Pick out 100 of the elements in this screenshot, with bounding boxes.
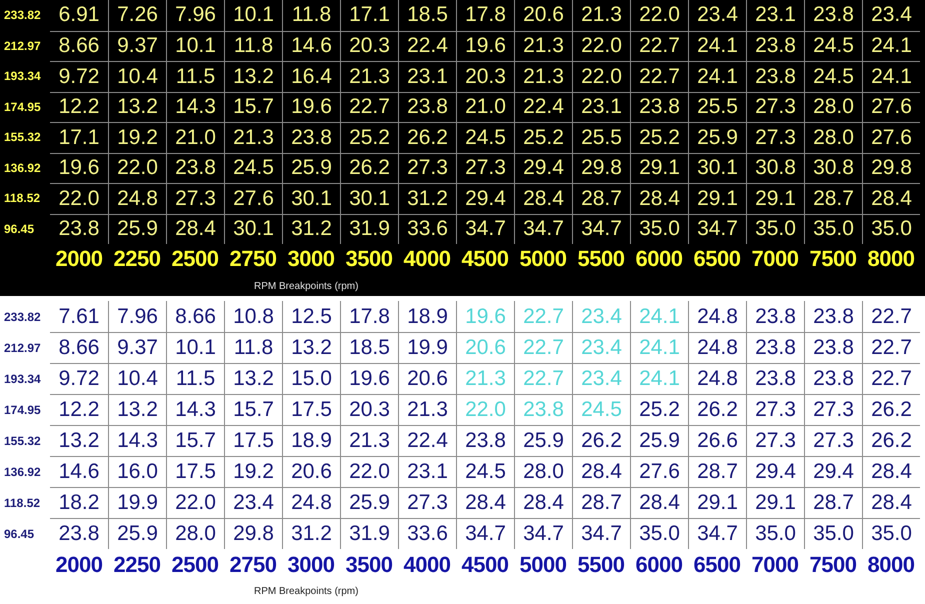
table-cell: 28.7: [688, 456, 746, 487]
table-cell: 19.6: [456, 30, 514, 61]
table-cell: 20.6: [514, 0, 572, 30]
table-cell: 24.1: [630, 363, 688, 394]
table-cell: 10.1: [166, 332, 224, 363]
row-label: 136.92: [3, 464, 42, 480]
table-cell: 22.0: [50, 183, 108, 214]
column-label: 6500: [692, 245, 742, 274]
table-cell: 22.7: [514, 363, 572, 394]
row-label: 118.52: [3, 190, 42, 208]
table-cell: 10.1: [166, 30, 224, 61]
table-cell: 23.8: [746, 332, 804, 363]
table-cell: 19.6: [456, 301, 514, 332]
table-cell: 20.3: [340, 30, 398, 61]
column-label: 5000: [518, 550, 568, 578]
table-cell: 16.0: [108, 456, 166, 487]
table-cell: 29.1: [746, 487, 804, 518]
table-cell: 16.4: [282, 61, 340, 92]
column-label: 4500: [460, 245, 510, 274]
table-cell: 23.4: [572, 363, 630, 394]
table-cell: 27.3: [166, 183, 224, 214]
table-cell: 34.7: [572, 214, 630, 244]
table-cell: 27.6: [862, 122, 920, 152]
table-cell: 28.4: [514, 183, 572, 214]
table-cell: 28.4: [630, 487, 688, 518]
table-cell: 15.7: [224, 92, 282, 122]
column-label: 5500: [576, 245, 626, 274]
table-cell: 35.0: [630, 214, 688, 244]
table-cell: 27.3: [456, 152, 514, 183]
table-cell: 28.4: [166, 214, 224, 244]
table-cell: 30.1: [224, 214, 282, 244]
table-cell: 30.8: [746, 152, 804, 183]
table-cell: 22.7: [862, 363, 920, 394]
column-label: 3500: [344, 245, 394, 274]
table-cell: 25.9: [108, 214, 166, 244]
table-cell: 29.8: [224, 518, 282, 549]
row-label: 233.82: [3, 308, 42, 326]
table-cell: 21.3: [340, 61, 398, 92]
table-cell: 23.1: [398, 61, 456, 92]
table-cell: 12.2: [50, 92, 108, 122]
table-cell: 23.8: [514, 394, 572, 425]
table-cell: 28.7: [804, 487, 862, 518]
table-cell: 23.8: [50, 214, 108, 244]
table-cell: 25.9: [514, 425, 572, 456]
table-cell: 30.1: [340, 183, 398, 214]
table-cell: 33.6: [398, 214, 456, 244]
table-cell: 35.0: [804, 518, 862, 549]
row-label: 193.34: [3, 370, 42, 388]
table-cell: 22.7: [862, 332, 920, 363]
table-cell: 30.1: [282, 183, 340, 214]
table-cell: 22.7: [862, 301, 920, 332]
table-cell: 23.8: [804, 301, 862, 332]
table-cell: 7.96: [166, 0, 224, 30]
table-cell: 21.3: [398, 394, 456, 425]
column-label: 2750: [228, 245, 278, 274]
table-cell: 34.7: [456, 214, 514, 244]
table-cell: 31.2: [282, 214, 340, 244]
table-cell: 24.1: [862, 61, 920, 92]
row-label: 155.32: [3, 129, 42, 146]
table-cell: 13.2: [224, 61, 282, 92]
table-cell: 33.6: [398, 518, 456, 549]
table-cell: 10.4: [108, 363, 166, 394]
table-cell: 13.2: [224, 363, 282, 394]
axis-caption: RPM Breakpoints (rpm): [254, 280, 358, 292]
table-cell: 20.3: [340, 394, 398, 425]
table-cell: 29.8: [862, 152, 920, 183]
table-cell: 23.8: [50, 518, 108, 549]
table-cell: 22.7: [514, 332, 572, 363]
row-label: 174.95: [3, 402, 42, 418]
table-cell: 14.3: [108, 425, 166, 456]
table-cell: 27.3: [398, 152, 456, 183]
table-cell: 22.0: [630, 0, 688, 30]
table-cell: 17.1: [340, 0, 398, 30]
table-cell: 10.4: [108, 61, 166, 92]
table-cell: 28.0: [804, 92, 862, 122]
table-cell: 24.8: [688, 363, 746, 394]
table-cell: 23.8: [746, 363, 804, 394]
table-cell: 19.6: [282, 92, 340, 122]
table-cell: 25.5: [572, 122, 630, 152]
table-cell: 17.8: [340, 301, 398, 332]
table-cell: 28.4: [862, 183, 920, 214]
table-cell: 29.1: [630, 152, 688, 183]
table-cell: 34.7: [456, 518, 514, 549]
table-cell: 24.5: [456, 122, 514, 152]
table-cell: 21.3: [456, 363, 514, 394]
table-cell: 23.8: [746, 61, 804, 92]
table-cell: 23.4: [572, 332, 630, 363]
table-cell: 23.8: [746, 301, 804, 332]
table-cell: 23.8: [746, 30, 804, 61]
table-cell: 24.1: [688, 30, 746, 61]
table-cell: 25.2: [630, 394, 688, 425]
table-cell: 29.1: [746, 183, 804, 214]
column-label: 7000: [750, 550, 800, 578]
table-cell: 9.37: [108, 332, 166, 363]
table-cell: 23.8: [630, 92, 688, 122]
table-cell: 35.0: [804, 214, 862, 244]
table-cell: 20.6: [456, 332, 514, 363]
table-cell: 18.9: [282, 425, 340, 456]
table-cell: 28.4: [514, 487, 572, 518]
table-cell: 14.3: [166, 92, 224, 122]
